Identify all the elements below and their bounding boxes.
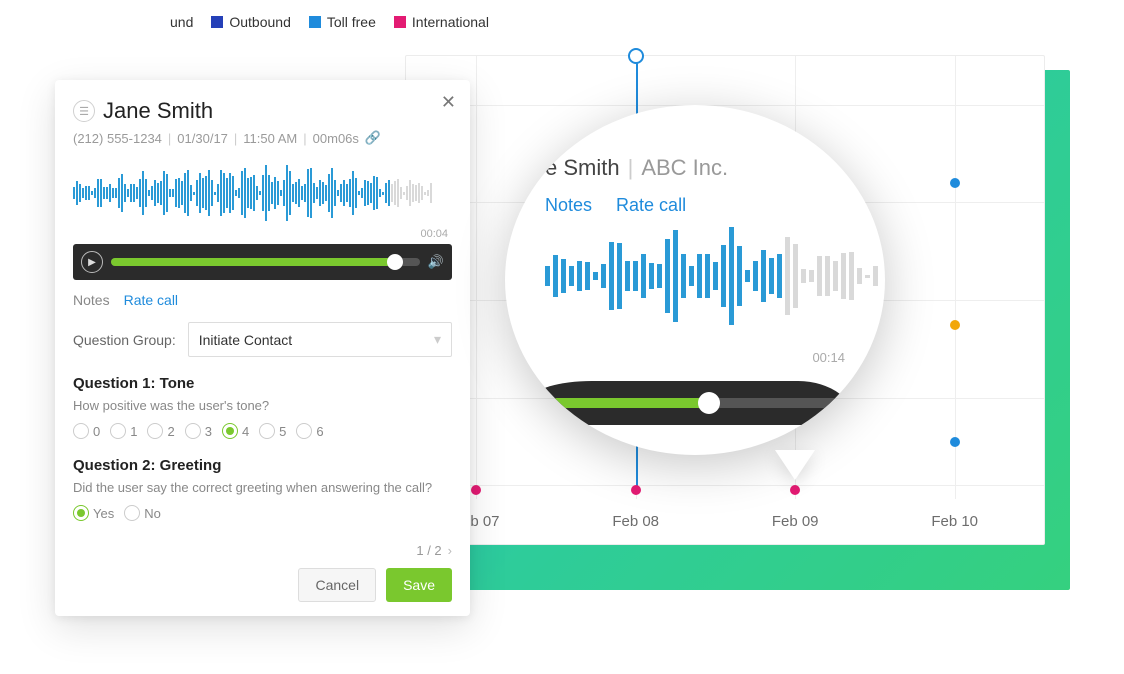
question-1-title: Question 1: Tone — [73, 375, 452, 392]
radio-dot-icon — [222, 423, 238, 439]
audio-player: ▶ 🔊 — [73, 244, 452, 280]
waveform-time: 00:04 — [420, 228, 448, 240]
cancel-button[interactable]: Cancel — [298, 568, 376, 602]
radio-option[interactable]: 4 — [222, 423, 249, 439]
question-2-desc: Did the user say the correct greeting wh… — [73, 480, 452, 495]
caller-avatar-icon: ☰ — [73, 100, 95, 122]
popover-progress-track[interactable] — [553, 398, 837, 408]
radio-option[interactable]: 0 — [73, 423, 100, 439]
legend-label: und — [170, 14, 193, 30]
progress-track[interactable] — [111, 258, 420, 266]
question-group-value: Initiate Contact — [199, 332, 292, 348]
radio-dot-icon — [110, 423, 126, 439]
chart-point[interactable] — [950, 320, 960, 330]
chart-point[interactable] — [631, 485, 641, 495]
waveform[interactable]: 00:04 — [73, 160, 452, 240]
radio-dot-icon — [185, 423, 201, 439]
radio-dot-icon — [73, 423, 89, 439]
x-axis-label: Feb 10 — [931, 513, 978, 530]
radio-label: 2 — [167, 424, 174, 439]
chart-marker-line — [636, 446, 638, 490]
close-icon[interactable]: ✕ — [441, 92, 456, 113]
radio-option[interactable]: 6 — [296, 423, 323, 439]
caller-name: Jane Smith — [103, 98, 213, 124]
pager-text: 1 / 2 — [416, 543, 441, 558]
call-meta: (212) 555-1234| 01/30/17| 11:50 AM| 00m0… — [73, 130, 452, 146]
popover-caller-name: e Smith — [545, 155, 620, 181]
popover-tab-notes[interactable]: Notes — [545, 195, 592, 216]
chart-marker-handle[interactable] — [628, 48, 644, 64]
call-detail-panel: ✕ ☰ Jane Smith (212) 555-1234| 01/30/17|… — [55, 80, 470, 616]
radio-label: 1 — [130, 424, 137, 439]
radio-option[interactable]: 5 — [259, 423, 286, 439]
question-2-title: Question 2: Greeting — [73, 457, 452, 474]
radio-dot-icon — [259, 423, 275, 439]
radio-option[interactable]: Yes — [73, 505, 114, 521]
legend: und Outbound Toll free International — [170, 14, 489, 30]
call-popover: e Smith | ABC Inc. Notes Rate call 00:14 — [505, 105, 885, 455]
pager: 1 / 2 › — [73, 543, 452, 558]
question-group-select[interactable]: Initiate Contact ▾ — [188, 322, 452, 357]
popover-company: ABC Inc. — [641, 155, 728, 181]
question-2-options: Yes No — [73, 505, 452, 521]
popover-tab-rate[interactable]: Rate call — [616, 195, 686, 216]
caller-phone: (212) 555-1234 — [73, 131, 162, 146]
legend-item: International — [394, 14, 489, 30]
legend-item: und — [170, 14, 193, 30]
legend-swatch-international — [394, 16, 406, 28]
radio-label: 3 — [205, 424, 212, 439]
radio-label: 6 — [316, 424, 323, 439]
call-time: 11:50 AM — [243, 131, 297, 146]
x-axis-label: Feb 09 — [772, 513, 819, 530]
legend-label: International — [412, 14, 489, 30]
popover-audio-player — [533, 381, 857, 425]
radio-label: 4 — [242, 424, 249, 439]
next-page-icon[interactable]: › — [448, 543, 452, 558]
legend-label: Outbound — [229, 14, 291, 30]
legend-swatch-tollfree — [309, 16, 321, 28]
chart-point[interactable] — [950, 437, 960, 447]
radio-label: Yes — [93, 506, 114, 521]
radio-dot-icon — [73, 505, 89, 521]
popover-tail — [775, 450, 815, 480]
chart-point[interactable] — [950, 178, 960, 188]
popover-progress-fill — [553, 398, 709, 408]
progress-fill — [111, 258, 395, 266]
tab-rate-call[interactable]: Rate call — [124, 292, 178, 308]
save-button[interactable]: Save — [386, 568, 452, 602]
chevron-down-icon: ▾ — [434, 331, 441, 348]
popover-progress-thumb[interactable] — [698, 392, 720, 414]
popover-waveform[interactable] — [545, 228, 845, 338]
popover-waveform-time: 00:14 — [812, 350, 845, 365]
radio-dot-icon — [124, 505, 140, 521]
link-icon[interactable]: 🔗 — [365, 130, 381, 146]
question-group-label: Question Group: — [73, 332, 176, 348]
legend-item: Outbound — [211, 14, 291, 30]
radio-label: 5 — [279, 424, 286, 439]
legend-label: Toll free — [327, 14, 376, 30]
radio-option[interactable]: No — [124, 505, 161, 521]
radio-label: No — [144, 506, 161, 521]
radio-dot-icon — [147, 423, 163, 439]
call-date: 01/30/17 — [177, 131, 228, 146]
radio-option[interactable]: 1 — [110, 423, 137, 439]
panel-tabs: Notes Rate call — [73, 292, 452, 308]
x-axis-label: Feb 08 — [612, 513, 659, 530]
radio-option[interactable]: 3 — [185, 423, 212, 439]
question-1-options: 0 1 2 3 4 5 6 — [73, 423, 452, 439]
question-1-desc: How positive was the user's tone? — [73, 398, 452, 413]
radio-option[interactable]: 2 — [147, 423, 174, 439]
legend-item: Toll free — [309, 14, 376, 30]
radio-dot-icon — [296, 423, 312, 439]
radio-label: 0 — [93, 424, 100, 439]
volume-icon[interactable]: 🔊 — [428, 254, 444, 270]
call-duration: 00m06s — [313, 131, 359, 146]
play-button-icon[interactable]: ▶ — [81, 251, 103, 273]
tab-notes[interactable]: Notes — [73, 292, 110, 308]
progress-thumb[interactable] — [387, 254, 403, 270]
legend-swatch-outbound — [211, 16, 223, 28]
